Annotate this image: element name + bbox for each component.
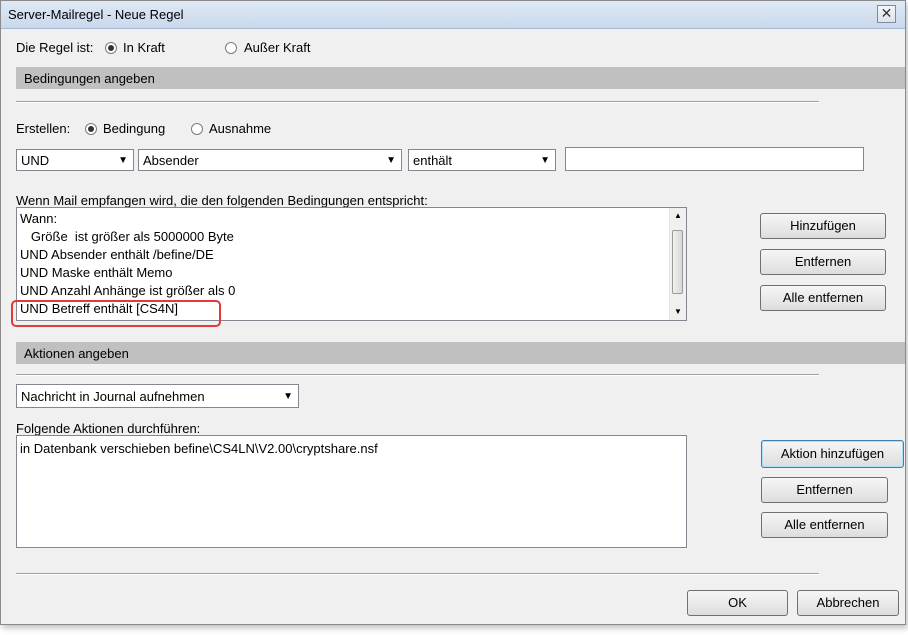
operator-select[interactable]: UND ▼	[16, 149, 134, 171]
create-label: Erstellen:	[16, 121, 71, 136]
radio-ausnahme[interactable]	[191, 123, 203, 135]
radio-bedingung[interactable]	[85, 123, 97, 135]
remove-condition-button[interactable]: Entfernen	[760, 249, 886, 275]
radio-ausnahme-label: Ausnahme	[209, 121, 272, 136]
conditions-header-text: Bedingungen angeben	[24, 71, 155, 86]
list-item[interactable]: UND Anzahl Anhänge ist größer als 0	[20, 283, 235, 298]
chevron-down-icon: ▼	[540, 155, 550, 166]
divider	[16, 101, 819, 103]
field-select[interactable]: Absender ▼	[138, 149, 402, 171]
scroll-down-icon[interactable]: ▼	[674, 307, 682, 316]
actions-header-text: Aktionen angeben	[24, 346, 129, 361]
add-action-button[interactable]: Aktion hinzufügen	[761, 440, 904, 468]
title-bar: Server-Mailregel - Neue Regel ✕	[1, 1, 905, 29]
list-item[interactable]: UND Maske enthält Memo	[20, 265, 172, 280]
scroll-up-icon[interactable]: ▲	[674, 211, 682, 220]
divider	[16, 573, 819, 575]
remove-all-conditions-button[interactable]: Alle entfernen	[760, 285, 886, 311]
ok-button[interactable]: OK	[687, 590, 788, 616]
list-item[interactable]: Größe ist größer als 5000000 Byte	[20, 229, 234, 244]
radio-in-kraft-label: In Kraft	[123, 40, 165, 55]
conditions-header: Bedingungen angeben	[16, 67, 905, 89]
compare-select-value: enthält	[413, 153, 453, 168]
radio-bedingung-label: Bedingung	[103, 121, 166, 136]
actions-header: Aktionen angeben	[16, 342, 905, 364]
chevron-down-icon: ▼	[283, 391, 293, 402]
add-condition-button[interactable]: Hinzufügen	[760, 213, 886, 239]
operator-select-value: UND	[21, 153, 50, 168]
field-select-value: Absender	[143, 153, 199, 168]
remove-action-button[interactable]: Entfernen	[761, 477, 888, 503]
cancel-button[interactable]: Abbrechen	[797, 590, 899, 616]
remove-all-actions-button[interactable]: Alle entfernen	[761, 512, 888, 538]
actions-list[interactable]: in Datenbank verschieben befine\CS4LN\V2…	[16, 435, 687, 548]
list-item[interactable]: UND Absender enthält /befine/DE	[20, 247, 214, 262]
list-item[interactable]: in Datenbank verschieben befine\CS4LN\V2…	[20, 441, 378, 456]
highlight-box	[11, 300, 221, 327]
radio-in-kraft[interactable]	[105, 42, 117, 54]
action-select-value: Nachricht in Journal aufnehmen	[21, 389, 205, 404]
conditions-scrollbar[interactable]: ▲ ▼	[669, 208, 686, 320]
radio-ausser-kraft[interactable]	[225, 42, 237, 54]
rule-status-label: Die Regel ist:	[16, 40, 94, 55]
action-select[interactable]: Nachricht in Journal aufnehmen ▼	[16, 384, 299, 408]
rule-dialog: Server-Mailregel - Neue Regel ✕ Die Rege…	[0, 0, 906, 625]
radio-ausser-kraft-label: Außer Kraft	[244, 40, 311, 55]
window-title: Server-Mailregel - Neue Regel	[8, 7, 184, 22]
compare-select[interactable]: enthält ▼	[408, 149, 556, 171]
chevron-down-icon: ▼	[386, 155, 396, 166]
conditions-list-label: Wenn Mail empfangen wird, die den folgen…	[16, 193, 428, 208]
actions-list-label: Folgende Aktionen durchführen:	[16, 421, 201, 436]
condition-value-input[interactable]	[565, 147, 864, 171]
divider	[16, 374, 819, 376]
list-item[interactable]: Wann:	[20, 211, 57, 226]
chevron-down-icon: ▼	[118, 155, 128, 166]
scroll-thumb[interactable]	[672, 230, 683, 294]
close-icon[interactable]: ✕	[877, 5, 896, 23]
